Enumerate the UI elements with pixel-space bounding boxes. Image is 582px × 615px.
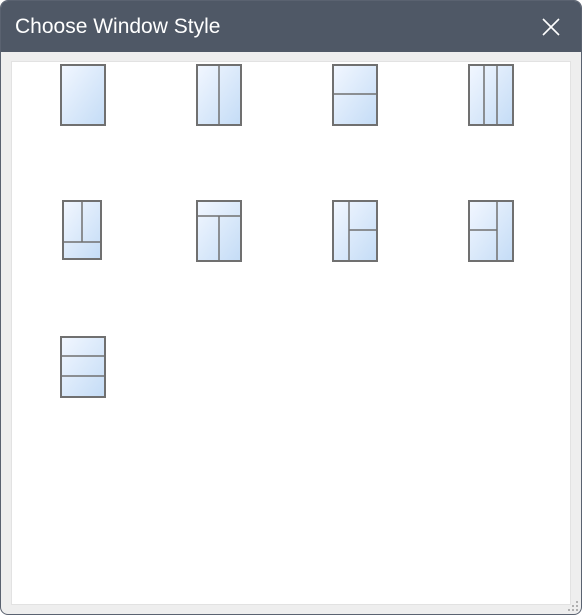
window-style-two-horizontal-panes[interactable]	[286, 62, 422, 198]
window-three-horizontal-panes-icon	[60, 336, 106, 398]
window-single-pane-icon	[60, 64, 106, 126]
window-left-full-right-split-icon	[332, 200, 378, 262]
dialog-title: Choose Window Style	[15, 15, 221, 38]
window-style-list	[11, 61, 571, 605]
window-style-three-vertical-panes[interactable]	[422, 62, 558, 198]
window-style-top-full-bottom-split[interactable]	[150, 198, 286, 334]
window-style-three-horizontal-panes[interactable]	[14, 334, 150, 470]
window-style-single-pane[interactable]	[14, 62, 150, 198]
choose-window-style-dialog: Choose Window Style	[0, 0, 582, 615]
resize-grip-icon[interactable]	[567, 600, 579, 612]
close-icon	[542, 17, 560, 36]
window-tall-split-icon	[62, 200, 102, 260]
close-button[interactable]	[521, 1, 581, 52]
window-two-vertical-panes-icon	[196, 64, 242, 126]
window-style-two-vertical-panes[interactable]	[150, 62, 286, 198]
title-bar: Choose Window Style	[1, 1, 581, 52]
window-two-horizontal-panes-icon	[332, 64, 378, 126]
window-top-full-bottom-split-icon	[196, 200, 242, 262]
window-three-vertical-panes-icon	[468, 64, 514, 126]
window-style-left-split-right-full[interactable]	[422, 198, 558, 334]
window-style-tall-split-top-left-right-bottom-full[interactable]	[14, 198, 150, 334]
window-style-left-full-right-split[interactable]	[286, 198, 422, 334]
window-left-split-right-full-icon	[468, 200, 514, 262]
